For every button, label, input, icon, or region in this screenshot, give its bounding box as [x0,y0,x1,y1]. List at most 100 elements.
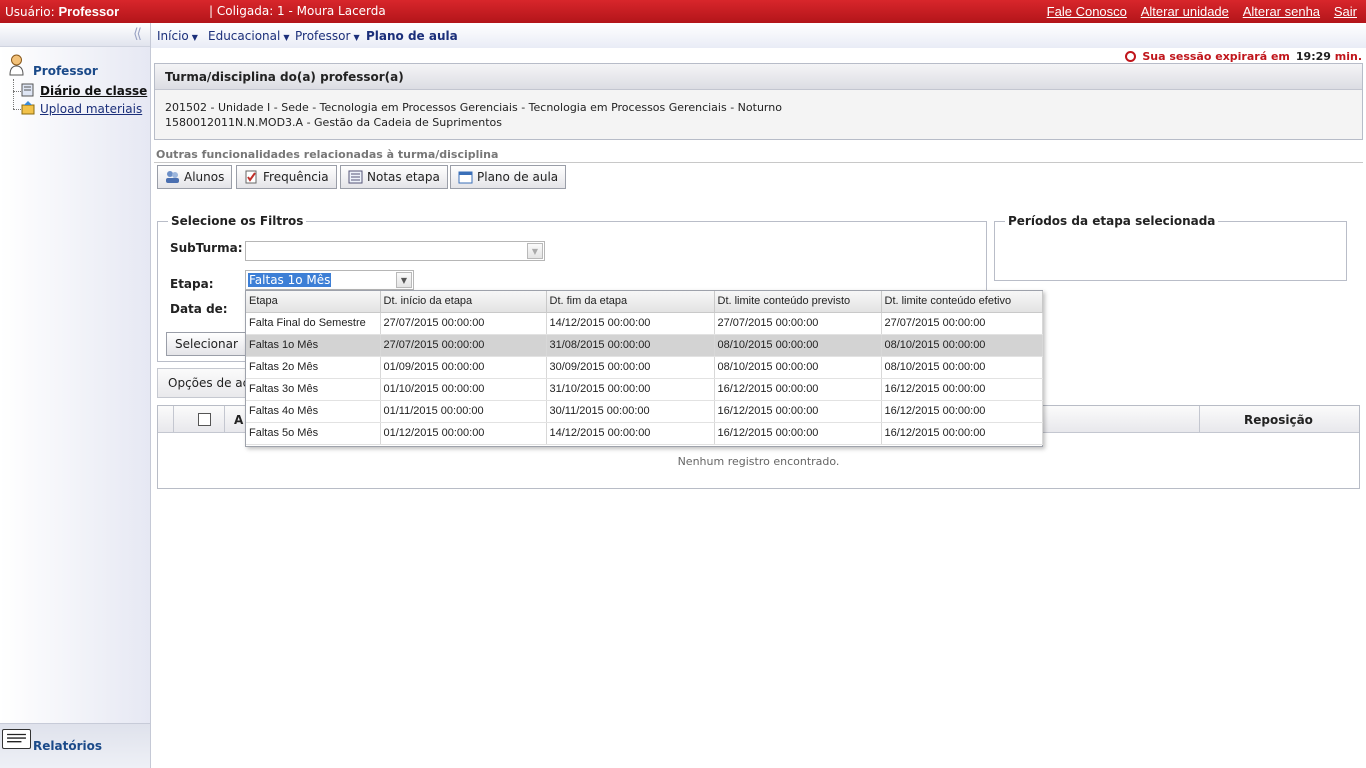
alunos-button[interactable]: Alunos [157,165,233,189]
chevron-down-icon[interactable]: ▼ [527,243,543,259]
etapa-option-row[interactable]: Falta Final do Semestre 27/07/2015 00:00:… [246,312,1043,335]
relatorios-link[interactable]: Relatórios [33,739,102,753]
sidebar-item-upload-materiais[interactable]: Upload materiais [40,102,142,116]
etapa-option-cell: Faltas 4o Mês [246,400,381,423]
selecionar-button[interactable]: Selecionar [166,332,247,356]
turma-line-2: 1580012011N.N.MOD3.A - Gestão da Cadeia … [165,116,503,129]
fale-conosco-link[interactable]: Fale Conosco [1047,4,1127,19]
etapa-option-cell: 16/12/2015 00:00:00 [881,400,1043,423]
relatorios-icon[interactable] [2,729,31,749]
etapa-dropdown-list: Etapa Dt. início da etapa Dt. fim da eta… [245,290,1043,447]
user-name: Professor [58,4,120,19]
user-label: Usuário: [5,5,55,19]
notas-etapa-label: Notas etapa [367,170,440,184]
etapa-option-cell: Faltas 2o Mês [246,356,381,379]
turma-line-1: 201502 - Unidade I - Sede - Tecnologia e… [165,101,782,114]
sair-link[interactable]: Sair [1334,4,1357,19]
etapa-option-cell: 16/12/2015 00:00:00 [714,378,882,401]
etapa-option-cell: 01/11/2015 00:00:00 [380,400,547,423]
sidebar-collapse-bar: ⟨⟨ [0,23,150,47]
etapa-option-cell: 30/09/2015 00:00:00 [546,356,715,379]
filtros-legend: Selecione os Filtros [168,214,307,228]
etapa-option-cell: 08/10/2015 00:00:00 [714,334,882,357]
nav-educacional-label: Educacional [208,29,281,43]
turma-panel-title: Turma/disciplina do(a) professor(a) [155,64,1362,90]
header-dt-limite-efetivo: Dt. limite conteúdo efetivo [881,291,1043,313]
etapa-option-cell: 16/12/2015 00:00:00 [714,422,882,445]
etapa-option-cell: 30/11/2015 00:00:00 [546,400,715,423]
nav-professor-label: Professor [295,29,351,43]
turma-panel: Turma/disciplina do(a) professor(a) 2015… [154,63,1363,140]
professor-icon [9,54,24,76]
etapa-select[interactable]: Faltas 1o Mês ▼ [245,270,414,290]
etapa-option-cell: 16/12/2015 00:00:00 [714,400,882,423]
nav-current-page: Plano de aula [366,29,458,43]
data-de-label: Data de: [170,302,228,316]
alterar-unidade-link[interactable]: Alterar unidade [1141,4,1229,19]
etapa-option-row[interactable]: Faltas 3o Mês 01/10/2015 00:00:00 31/10/20… [246,378,1043,401]
etapa-option-cell: Faltas 5o Mês [246,422,381,445]
etapa-option-cell: Faltas 1o Mês [246,334,381,357]
sidebar: ⟨⟨ Professor Diário de classe Upload mat… [0,23,151,768]
top-bar: Usuário: Professor | Coligada: 1 - Moura… [0,0,1366,23]
clock-icon [1125,51,1137,62]
collapse-icon[interactable]: ⟨⟨ [133,26,142,42]
frequencia-label: Frequência [263,170,329,184]
upload-icon [21,101,35,115]
etapa-option-cell: 31/10/2015 00:00:00 [546,378,715,401]
sidebar-item-diario-de-classe[interactable]: Diário de classe [40,84,147,98]
subturma-label: SubTurma: [170,241,243,255]
etapa-option-cell: 01/12/2015 00:00:00 [380,422,547,445]
header-etapa: Etapa [246,291,381,313]
tree-branch [13,109,21,110]
etapa-selected-value: Faltas 1o Mês [248,273,332,287]
outras-divider [154,162,1363,163]
periodos-fieldset: Períodos da etapa selecionada [994,214,1347,281]
etapa-option-cell: 14/12/2015 00:00:00 [546,422,715,445]
etapa-option-cell: 08/10/2015 00:00:00 [881,334,1043,357]
etapa-option-cell: 16/12/2015 00:00:00 [881,422,1043,445]
breadcrumb-nav: Início ▼ Educacional ▼ Professor ▼ Plano de… [151,23,1366,48]
user-info: Usuário: Professor [5,4,119,19]
plano-de-aula-button[interactable]: Plano de aula [450,165,567,189]
session-text: Sua sessão expirará em [1142,50,1290,63]
etapa-table: Etapa Dt. início da etapa Dt. fim da eta… [246,291,1043,445]
etapa-option-cell: 14/12/2015 00:00:00 [546,312,715,335]
etapa-option-cell: 27/07/2015 00:00:00 [380,312,547,335]
grid-col-a[interactable]: A [234,413,243,427]
subturma-select[interactable]: ▼ [245,241,545,261]
chevron-down-icon[interactable]: ▼ [396,272,412,288]
select-all-checkbox[interactable] [198,413,211,426]
etapa-option-cell: Faltas 3o Mês [246,378,381,401]
opcoes-de-acoes-menu[interactable]: Opções de ações [157,368,257,398]
grid-col-reposicao[interactable]: Reposição [1244,413,1313,427]
sidebar-title: Professor [33,64,98,78]
etapa-option-row[interactable]: Faltas 5o Mês 01/12/2015 00:00:00 14/12/20… [246,422,1043,445]
etapa-option-cell: 08/10/2015 00:00:00 [881,356,1043,379]
etapa-option-row[interactable]: Faltas 1o Mês 27/07/2015 00:00:00 31/08/20… [246,334,1043,357]
etapa-option-cell: 27/07/2015 00:00:00 [881,312,1043,335]
etapa-option-row[interactable]: Faltas 4o Mês 01/11/2015 00:00:00 30/11/20… [246,400,1043,423]
nav-inicio[interactable]: Início ▼ [157,29,198,43]
tree-connector [13,79,14,109]
grades-icon [348,170,363,184]
etapa-option-cell: Falta Final do Semestre [246,312,381,335]
chevron-down-icon: ▼ [353,33,360,42]
etapa-option-cell: 08/10/2015 00:00:00 [714,356,882,379]
diario-icon [21,83,34,97]
notas-etapa-button[interactable]: Notas etapa [340,165,448,189]
plano-de-aula-label: Plano de aula [477,170,559,184]
frequencia-button[interactable]: Frequência [236,165,337,189]
nav-educacional[interactable]: Educacional ▼ [208,29,289,43]
chevron-down-icon: ▼ [191,33,198,42]
coligada-info: | Coligada: 1 - Moura Lacerda [209,4,386,18]
tree-branch [13,91,21,92]
alterar-senha-link[interactable]: Alterar senha [1243,4,1320,19]
alunos-label: Alunos [184,170,225,184]
column-separator [224,406,225,433]
nav-inicio-label: Início [157,29,189,43]
nav-professor[interactable]: Professor ▼ [295,29,360,43]
etapa-option-row[interactable]: Faltas 2o Mês 01/09/2015 00:00:00 30/09/20… [246,356,1043,379]
top-links: Fale Conosco Alterar unidade Alterar sen… [1037,4,1357,19]
session-unit: min. [1334,50,1362,63]
